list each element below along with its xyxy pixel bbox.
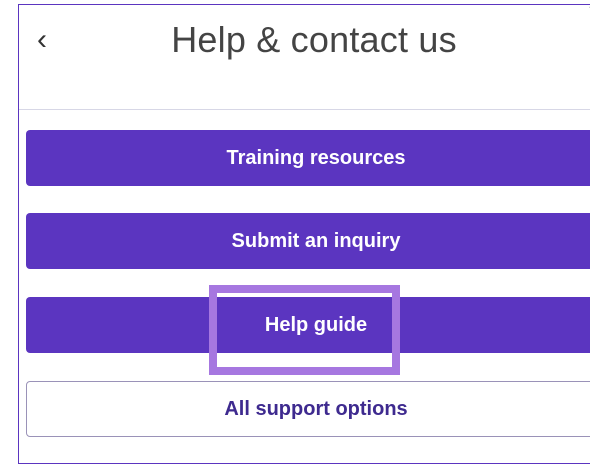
help-guide-label: Help guide: [264, 313, 368, 336]
page-title: Help & contact us: [171, 19, 457, 60]
all-support-options-label: All support options: [224, 397, 408, 420]
submit-inquiry-label: Submit an inquiry: [231, 229, 401, 252]
training-resources-label: Training resources: [226, 146, 406, 169]
all-support-options-button[interactable]: All support options: [26, 381, 590, 437]
header-divider: [19, 109, 590, 110]
help-contact-panel: × ‹ Help & contact us Training resources…: [18, 0, 590, 464]
close-icon[interactable]: ×: [584, 0, 590, 18]
training-resources-button[interactable]: Training resources: [26, 130, 590, 186]
help-guide-button[interactable]: Help guide: [26, 297, 590, 353]
submit-inquiry-button[interactable]: Submit an inquiry: [26, 213, 590, 269]
